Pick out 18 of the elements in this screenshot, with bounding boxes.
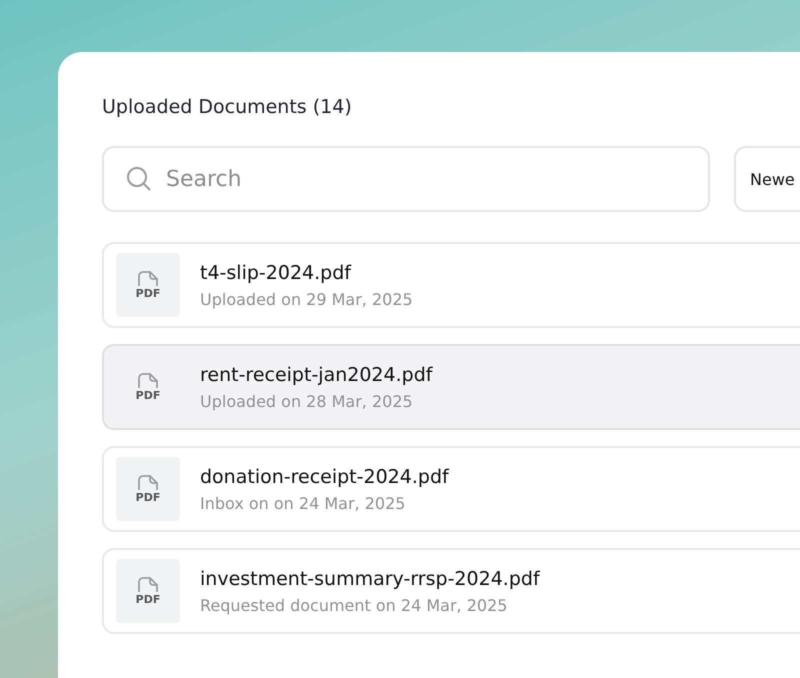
document-row[interactable]: PDF t4-slip-2024.pdf Uploaded on 29 Mar, 2025 [102, 242, 800, 328]
upload-date: Inbox on on 24 Mar, 2025 [200, 494, 406, 512]
upload-date: Requested document on 24 Mar, 2025 [200, 596, 508, 614]
pdf-file-icon: PDF [116, 559, 180, 623]
pdf-file-icon: PDF [116, 457, 180, 521]
document-row[interactable]: PDF investment-summary-rrsp-2024.pdf Requested document on 24 Mar, 2025 [102, 548, 800, 634]
pdf-file-icon: PDF [116, 253, 180, 317]
file-name: investment-summary-rrsp-2024.pdf [200, 568, 540, 590]
sort-button[interactable]: Newe [734, 146, 800, 212]
section-title: Uploaded Documents (14) [102, 96, 353, 118]
upload-date: Uploaded on 29 Mar, 2025 [200, 290, 413, 308]
document-row[interactable]: PDF donation-receipt-2024.pdf Inbox on on 24 Mar, 2025 [102, 446, 800, 532]
file-name: t4-slip-2024.pdf [200, 262, 352, 284]
document-row[interactable]: PDF rent-receipt-jan2024.pdf Uploaded on 28 Mar, 2025 [102, 344, 800, 430]
file-name: rent-receipt-jan2024.pdf [200, 364, 432, 386]
upload-date: Uploaded on 28 Mar, 2025 [200, 392, 414, 410]
search-field[interactable]: Search [102, 146, 710, 212]
file-name: donation-receipt-2024.pdf [200, 466, 449, 488]
